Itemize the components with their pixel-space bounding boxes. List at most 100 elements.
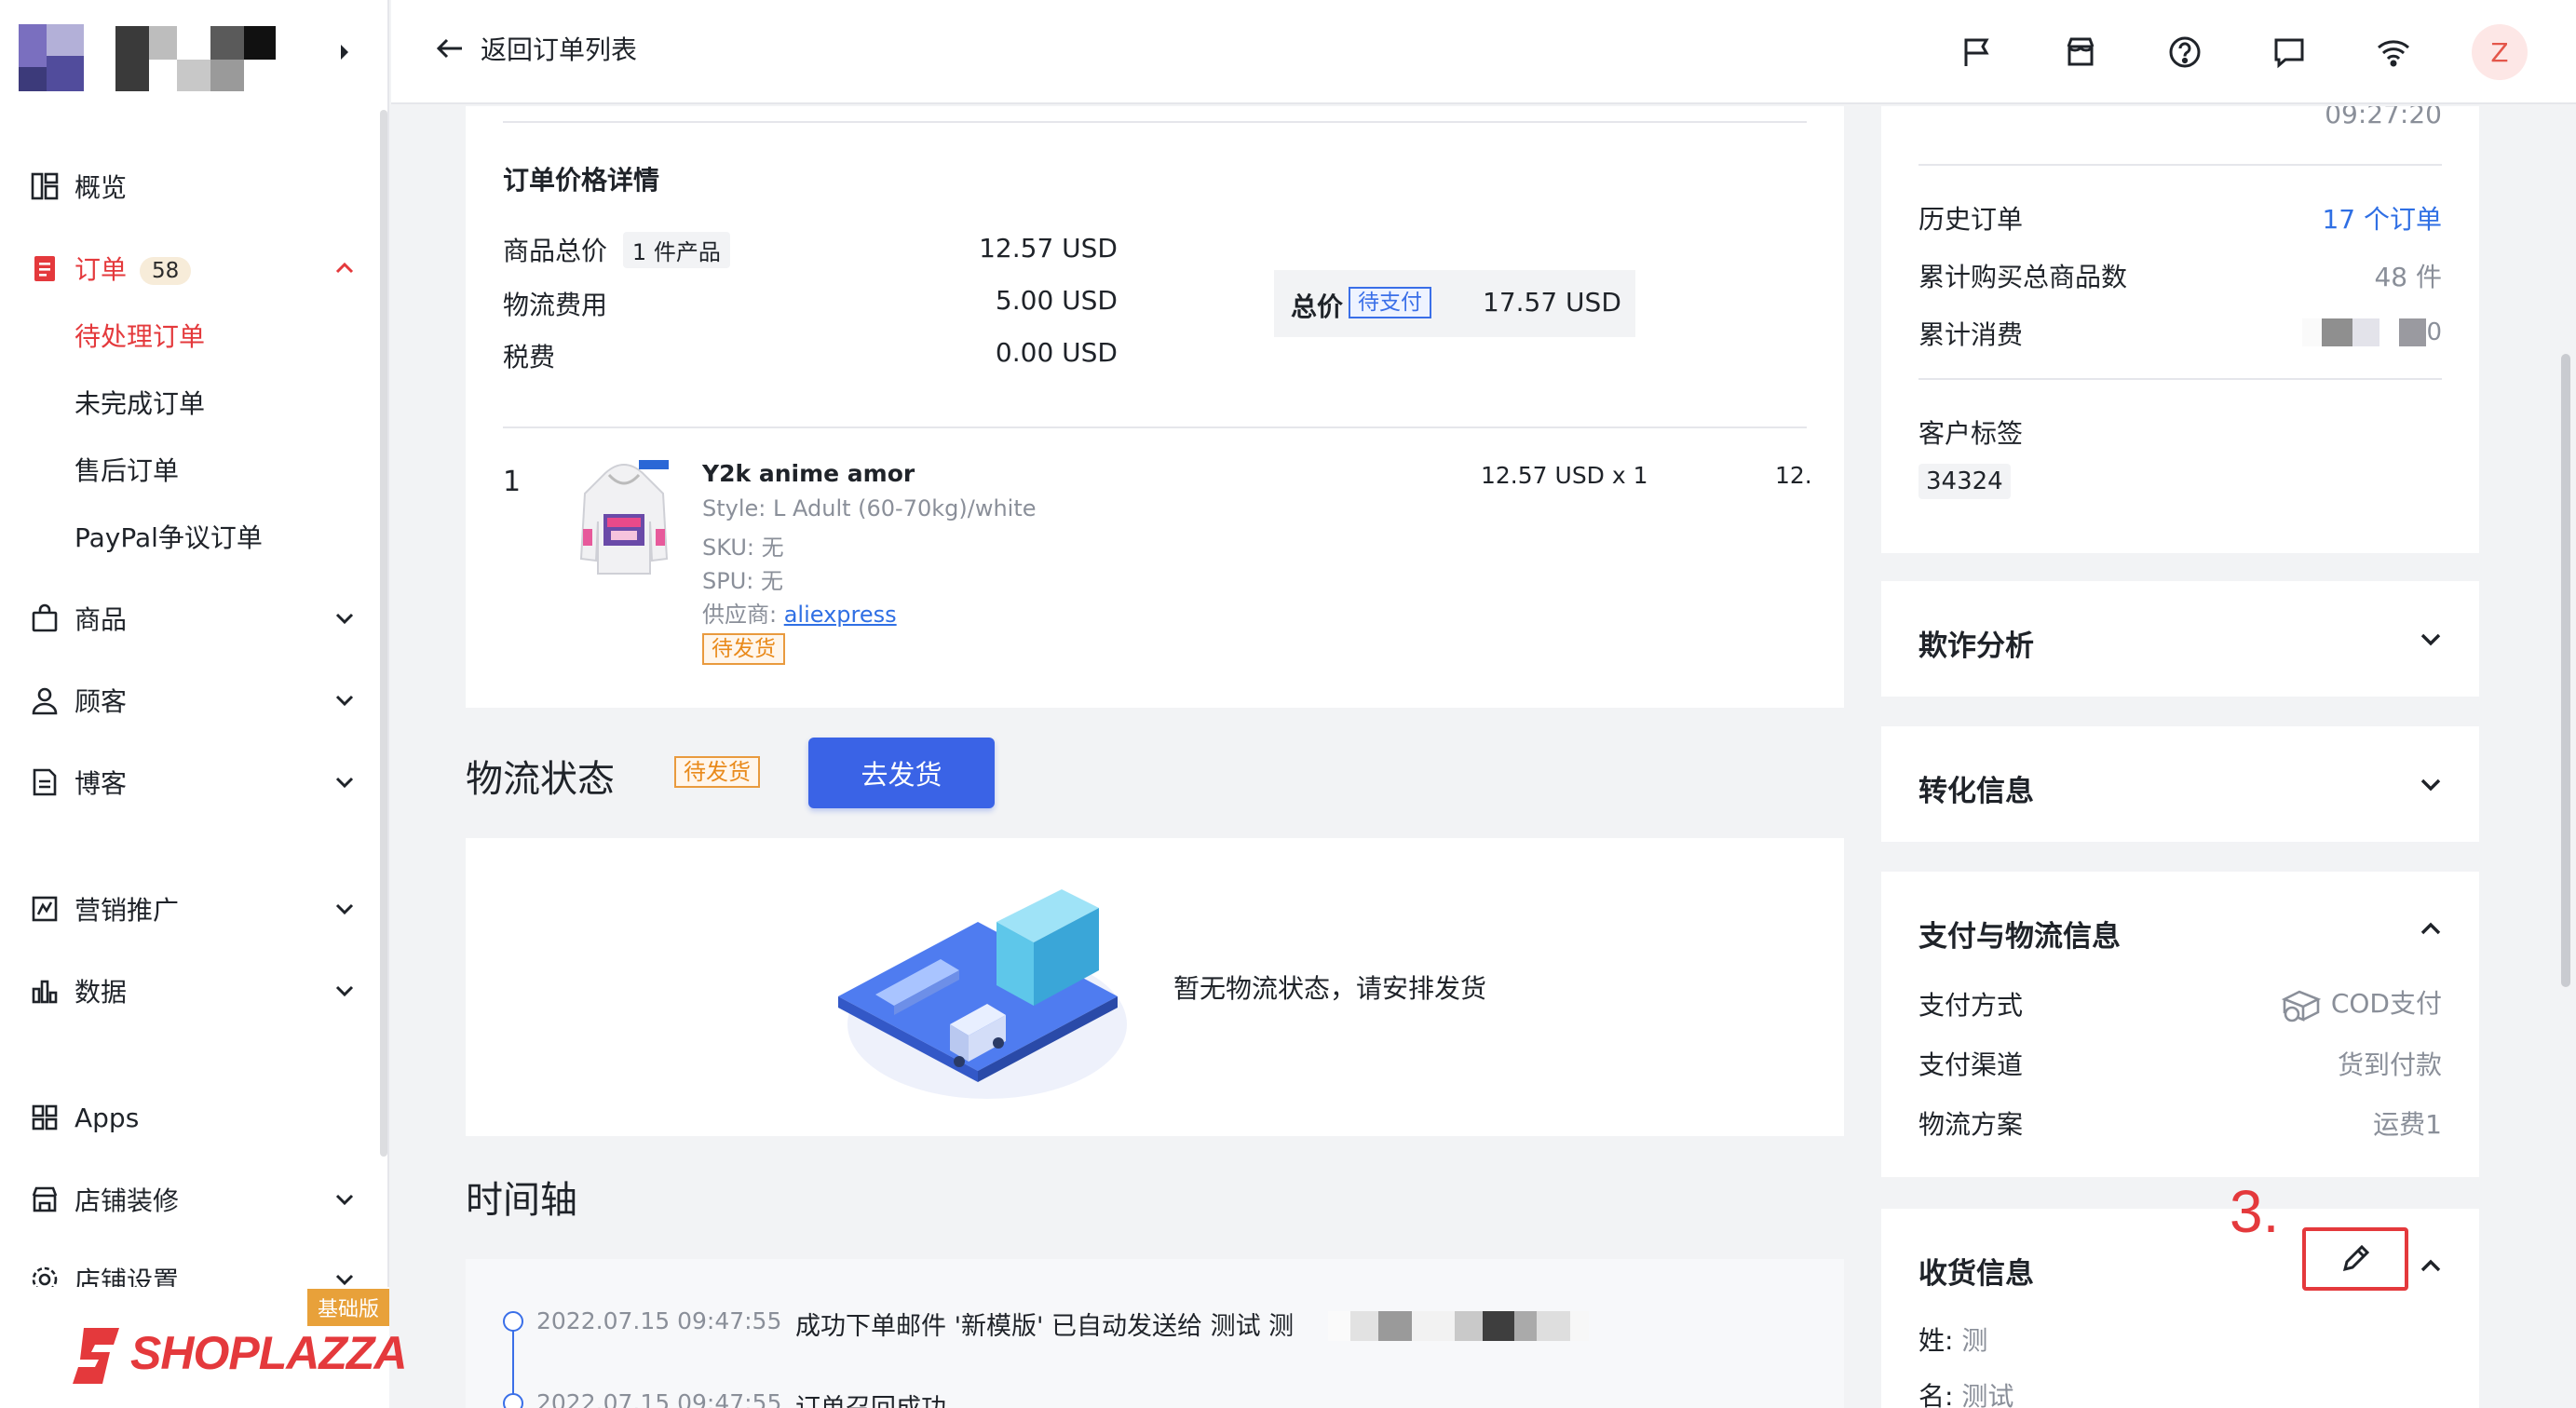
subtotal-value: 12.57 USD [979, 233, 1118, 264]
total-label: 总价 [1291, 291, 1344, 322]
nav-label: 概览 [75, 172, 128, 203]
product-name[interactable]: Y2k anime amor [702, 460, 915, 487]
history-orders-label: 历史订单 [1918, 204, 2024, 235]
sidebar-item-aftersale-orders[interactable]: 售后订单 [75, 451, 179, 488]
nav-products[interactable]: 商品 [0, 589, 378, 648]
chat-icon[interactable] [2269, 32, 2310, 73]
cash-package-icon [2281, 990, 2322, 1022]
edit-address-button[interactable] [2302, 1227, 2408, 1291]
app-root: 概览 订单 58 待处理订单 未完成订单 售后订单 PayPal争议订单 商品 [0, 0, 2576, 1408]
shipping-info-title: 收货信息 [1918, 1257, 2034, 1291]
sidebar-scrollbar[interactable] [380, 110, 387, 1157]
marketing-icon [28, 892, 61, 926]
nav-store-design[interactable]: 店铺装修 [0, 1170, 378, 1229]
blog-icon [28, 765, 61, 799]
store-logo[interactable] [0, 0, 389, 107]
subtotal-label: 商品总价 1 件产品 [503, 231, 730, 268]
timeline-title: 时间轴 [466, 1179, 577, 1222]
nav-marketing[interactable]: 营销推广 [0, 879, 378, 939]
nav-customers[interactable]: 顾客 [0, 670, 378, 730]
product-spu: SPU: 无 [702, 568, 783, 594]
fraud-title: 欺诈分析 [1918, 630, 2034, 663]
nav-label: 博客 [75, 768, 128, 799]
chevron-down-icon[interactable] [332, 687, 358, 713]
first-name-label: 名: [1918, 1381, 1962, 1408]
last-name-label: 姓: [1918, 1325, 1962, 1356]
order-icon [28, 251, 61, 285]
timeline-event-text: 成功下单邮件 '新模版' 已自动发送给 测试 测 [795, 1312, 1295, 1341]
total-items-label: 累计购买总商品数 [1918, 262, 2128, 292]
supplier-link[interactable]: aliexpress [784, 602, 897, 628]
conversion-card[interactable]: 转化信息 [1881, 726, 2479, 842]
supplier-label: 供应商: [702, 602, 784, 628]
chevron-down-icon[interactable] [2416, 769, 2446, 799]
order-price-card: 订单价格详情 商品总价 1 件产品 12.57 USD 物流费用 5.00 US… [466, 106, 1844, 708]
chevron-down-icon[interactable] [332, 896, 358, 922]
nav-label: 店铺装修 [75, 1185, 180, 1216]
payment-status-badge: 待支付 [1349, 287, 1431, 318]
product-thumbnail[interactable] [577, 456, 671, 585]
brand-name: SHOPLAZZA [130, 1327, 408, 1379]
timeline-dot-icon [503, 1393, 523, 1408]
arrow-left-icon [436, 38, 462, 59]
nav-overview[interactable]: 概览 [0, 156, 378, 216]
payment-channel-value: 货到付款 [2337, 1049, 2442, 1080]
ship-now-button[interactable]: 去发货 [808, 738, 995, 808]
back-label: 返回订单列表 [481, 34, 638, 65]
redacted-block [1328, 1311, 1850, 1341]
logistics-status-badge: 待发货 [674, 756, 760, 788]
top-bar: 返回订单列表 Z [391, 0, 2576, 104]
sidebar-item-paypal-disputes[interactable]: PayPal争议订单 [75, 518, 263, 555]
chevron-down-icon[interactable] [2416, 624, 2446, 654]
payment-title: 支付与物流信息 [1918, 920, 2121, 954]
flag-icon[interactable] [1956, 32, 1997, 73]
nav-blog[interactable]: 博客 [0, 752, 378, 812]
expand-arrow-icon[interactable] [335, 41, 354, 63]
store-icon [28, 1183, 61, 1216]
user-icon [28, 684, 61, 717]
last-name-value: 测 [1961, 1325, 1988, 1356]
shipping-info-card: 收货信息 姓: 测 名: 测试 [1881, 1209, 2479, 1408]
sidebar-item-pending-orders[interactable]: 待处理订单 [75, 317, 205, 354]
nav-label: 订单 [75, 254, 128, 285]
sidebar-item-unfinished-orders[interactable]: 未完成订单 [75, 384, 205, 421]
chart-icon [28, 974, 61, 1008]
dashboard-icon [28, 169, 61, 203]
chevron-down-icon[interactable] [332, 1186, 358, 1212]
plan-badge: 基础版 [307, 1289, 389, 1326]
avatar[interactable]: Z [2472, 24, 2528, 80]
subtotal-label-text: 商品总价 [503, 236, 608, 266]
nav-apps[interactable]: Apps [0, 1088, 378, 1147]
help-icon[interactable] [2164, 32, 2205, 73]
timeline-card: 2022.07.15 09:47:55 成功下单邮件 '新模版' 已自动发送给 … [466, 1259, 1844, 1408]
total-items-value: 48 件 [2374, 262, 2442, 292]
total-box: 总价 待支付 17.57 USD [1274, 270, 1635, 337]
shoplazza-logo-icon [73, 1328, 119, 1384]
payment-channel-label: 支付渠道 [1918, 1049, 2024, 1080]
fraud-analysis-card[interactable]: 欺诈分析 [1881, 581, 2479, 697]
chevron-down-icon[interactable] [332, 605, 358, 631]
payment-method-value: COD支付 [2330, 988, 2442, 1019]
nav-label: 顾客 [75, 686, 128, 717]
chevron-up-icon[interactable] [2416, 914, 2446, 944]
product-supplier: 供应商: aliexpress [702, 596, 897, 629]
first-name-value: 测试 [1961, 1381, 2014, 1408]
main-scrollbar[interactable] [2561, 354, 2570, 987]
store-icon[interactable] [2060, 32, 2101, 73]
chevron-up-icon[interactable] [2416, 1252, 2446, 1281]
wifi-icon[interactable] [2373, 32, 2414, 73]
back-to-orders-button[interactable]: 返回订单列表 [434, 30, 637, 67]
chevron-up-icon[interactable] [332, 255, 358, 281]
history-orders-link[interactable]: 17 个订单 [2322, 199, 2442, 237]
chevron-down-icon[interactable] [332, 978, 358, 1004]
apps-icon [28, 1101, 61, 1134]
shipping-plan-value: 运费1 [2373, 1109, 2442, 1140]
sidebar: 概览 订单 58 待处理订单 未完成订单 售后订单 PayPal争议订单 商品 [0, 0, 408, 1408]
nav-orders[interactable]: 订单 58 [0, 238, 378, 298]
nav-data[interactable]: 数据 [0, 961, 378, 1021]
spend-tail: 0 [2426, 318, 2443, 346]
customer-tag: 34324 [1918, 464, 2011, 499]
chevron-down-icon[interactable] [332, 769, 358, 795]
payment-shipping-card: 支付与物流信息 支付方式 COD支付 支付渠道 货到付款 物流方案 运费1 [1881, 872, 2479, 1177]
timeline-time: 2022.07.15 09:47:55 [536, 1389, 782, 1408]
